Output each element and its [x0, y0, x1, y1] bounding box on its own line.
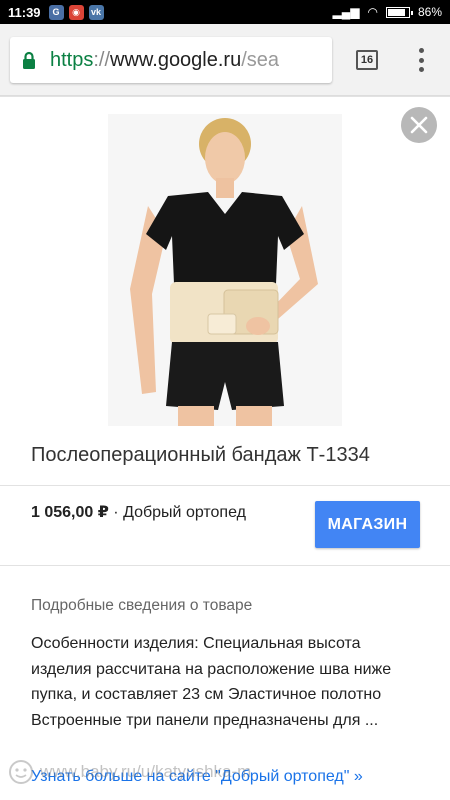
- address-bar[interactable]: https://www.google.ru/sea: [10, 37, 332, 83]
- url-host: www.google.ru: [110, 48, 242, 71]
- toolbar-divider: [0, 96, 450, 97]
- price-line: 1 056,00 ₽ · Добрый ортопед: [31, 502, 246, 522]
- product-description: Особенности изделия: Специальная высота …: [31, 635, 392, 729]
- battery-percent: 86%: [417, 5, 442, 19]
- url-scheme: https: [50, 48, 94, 71]
- product-image[interactable]: [108, 114, 342, 426]
- title-divider: [0, 485, 450, 486]
- app-notification-icon: G: [48, 4, 64, 20]
- price-separator: ·: [108, 504, 124, 521]
- status-indicators: ▂▄▆ ◠ 86%: [333, 5, 442, 19]
- browser-toolbar: https://www.google.ru/sea 16: [0, 24, 450, 96]
- vk-notification-icon: vk: [88, 4, 104, 20]
- wifi-icon: ◠: [367, 5, 378, 19]
- signal-icon: ▂▄▆: [332, 5, 360, 19]
- details-heading: Подробные сведения о товаре: [31, 597, 253, 614]
- price-divider: [0, 565, 450, 566]
- close-button[interactable]: [401, 107, 437, 143]
- product-title: Послеоперационный бандаж Т-1334: [31, 444, 370, 466]
- tab-switcher-button[interactable]: 16: [356, 50, 378, 70]
- close-icon: [410, 116, 428, 134]
- product-photo-illustration: [130, 118, 318, 426]
- url-path: /sea: [241, 48, 280, 71]
- more-info-link[interactable]: Узнать больше на сайте "Добрый ортопед" …: [31, 768, 363, 786]
- product-price: 1 056,00 ₽: [31, 504, 109, 521]
- shop-button[interactable]: МАГАЗИН: [315, 501, 420, 548]
- status-bar: 11:39 G ◉ vk ▂▄▆ ◠ 86%: [0, 0, 450, 24]
- url-separator: ://: [93, 48, 111, 71]
- chrome-notification-icon: ◉: [68, 4, 84, 20]
- lock-icon: [23, 51, 35, 69]
- status-time: 11:39: [8, 4, 41, 20]
- overflow-menu-icon[interactable]: [418, 48, 424, 72]
- seller-name: Добрый ортопед: [123, 504, 246, 521]
- battery-icon: [385, 6, 413, 18]
